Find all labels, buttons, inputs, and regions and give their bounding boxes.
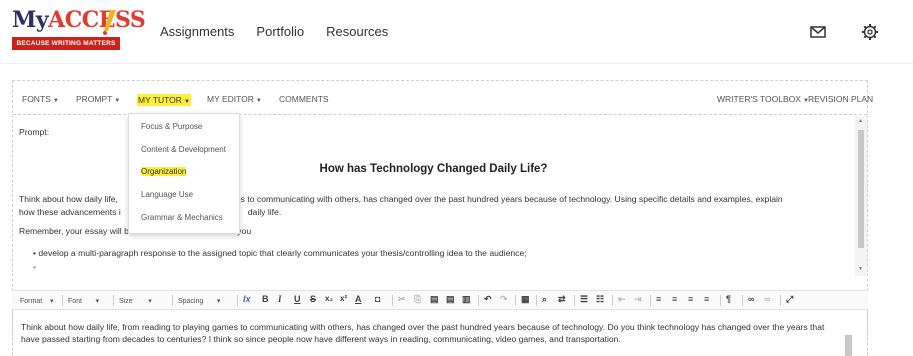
toolbar-divider [650,295,651,306]
link-icon[interactable]: ∞ [748,294,754,304]
menu-revision-plan[interactable]: REVISION PLAN [808,94,873,104]
paste-icon[interactable]: ▤ [430,294,439,305]
editor-menubar: FONTS ▼ PROMPT ▼ MY TUTOR ▼ MY EDITOR ▼ COMM… [13,81,873,115]
indent-icon[interactable]: ⇥ [634,294,642,305]
align-justify-icon[interactable]: ≡ [704,294,709,304]
font-select[interactable]: Font ▾ [68,297,99,305]
gear-icon[interactable] [860,22,880,42]
nav-assignments[interactable]: Assignments [160,24,234,39]
unlink-icon[interactable]: ∞ [764,294,770,304]
select-all-icon[interactable]: ▦ [521,294,530,305]
toolbar-divider [237,295,238,306]
essay-text[interactable]: Think about how daily life, from reading… [21,321,841,345]
menu-writers-toolbox[interactable]: WRITER'S TOOLBOX ▼ [717,94,809,104]
toolbar-divider [742,295,743,306]
editor-toolbar: Format ▾ Font ▾ Size ▾ Spacing ▾ Ix B I … [12,290,868,310]
toolbar-divider [172,295,173,306]
tutor-organization[interactable]: Organization [141,167,187,176]
essay-editor[interactable]: Think about how daily life, from reading… [12,311,868,356]
outdent-icon[interactable]: ⇤ [618,294,626,305]
underline-icon[interactable]: U [294,294,301,304]
toolbar-divider [536,295,537,306]
spacing-select[interactable]: Spacing ▾ [178,297,220,305]
italic-icon[interactable]: I [278,294,282,304]
subscript-icon[interactable]: x₂ [325,294,333,303]
align-right-icon[interactable]: ≡ [688,294,693,304]
text-direction-icon[interactable]: ¶ [726,294,731,304]
nav-resources[interactable]: Resources [326,24,388,39]
paste-word-icon[interactable]: ▥ [462,294,471,305]
tutor-language-use[interactable]: Language Use [141,190,193,199]
essay-scroll-thumb[interactable] [845,335,852,356]
numbered-list-icon[interactable]: ☰ [580,294,588,305]
menu-prompt[interactable]: PROMPT ▼ [76,94,120,104]
main-nav: Assignments Portfolio Resources [160,24,388,39]
nav-portfolio[interactable]: Portfolio [256,24,304,39]
logo-swoosh-icon [103,10,116,35]
mail-icon[interactable] [808,22,828,42]
prompt-bullet: • develop a multi-paragraph response to … [33,248,527,258]
toolbar-divider [720,295,721,306]
find-icon[interactable]: ⌕ [542,294,547,305]
strikethrough-icon[interactable]: S [310,294,316,304]
redo-icon[interactable]: ↷ [500,294,508,305]
scroll-down-icon[interactable]: ▼ [858,266,863,272]
my-tutor-dropdown: Focus & Purpose Content & Development Or… [128,113,240,234]
clear-format-icon[interactable]: Ix [243,294,251,304]
toolbar-divider [478,295,479,306]
menu-comments[interactable]: COMMENTS [279,94,329,104]
prompt-label: Prompt: [19,127,50,137]
prompt-scrollbar[interactable]: ▲ ▼ [855,116,867,276]
replace-icon[interactable]: ⇄ [558,294,566,305]
align-left-icon[interactable]: ≡ [656,294,661,304]
toolbar-divider [392,295,393,306]
toolbar-divider [515,295,516,306]
toolbar-divider [113,295,114,306]
menu-my-editor[interactable]: MY EDITOR ▼ [207,94,262,104]
logo-wordmark: MyACCESS [12,7,146,33]
undo-icon[interactable]: ↶ [484,294,492,305]
myaccess-logo[interactable]: MyACCESS BECAUSE WRITING MATTERS [10,7,146,51]
toolbar-divider [780,295,781,306]
bold-icon[interactable]: B [262,294,269,304]
tutor-grammar-mechanics[interactable]: Grammar & Mechanics [141,213,223,222]
text-color-icon[interactable]: A [355,294,362,304]
toolbar-divider [62,295,63,306]
app-header: MyACCESS BECAUSE WRITING MATTERS Assignm… [0,0,913,64]
maximize-icon[interactable]: ⤢ [786,294,793,305]
bulleted-list-icon[interactable]: ☷ [596,294,604,305]
superscript-icon[interactable]: x² [340,294,347,303]
size-select[interactable]: Size ▾ [119,297,152,305]
menu-fonts[interactable]: FONTS ▼ [22,94,59,104]
align-center-icon[interactable]: ≡ [672,294,677,304]
format-select[interactable]: Format ▾ [20,297,53,305]
toolbar-divider [574,295,575,306]
prompt-bullet-cut-off: • [33,262,37,272]
paste-text-icon[interactable]: ▤ [446,294,455,305]
copy-icon[interactable]: ⎘ [414,294,421,305]
tutor-focus-purpose[interactable]: Focus & Purpose [141,122,202,131]
toolbar-divider [612,295,613,306]
prompt-scroll-thumb[interactable] [858,130,864,248]
tutor-content-development[interactable]: Content & Development [141,145,226,154]
cut-icon[interactable]: ✂ [398,294,406,305]
scroll-up-icon[interactable]: ▲ [858,118,863,124]
menu-my-tutor[interactable]: MY TUTOR ▼ [137,94,191,106]
highlight-color-icon[interactable]: ◘ [375,294,380,304]
logo-tagline: BECAUSE WRITING MATTERS [12,37,120,50]
